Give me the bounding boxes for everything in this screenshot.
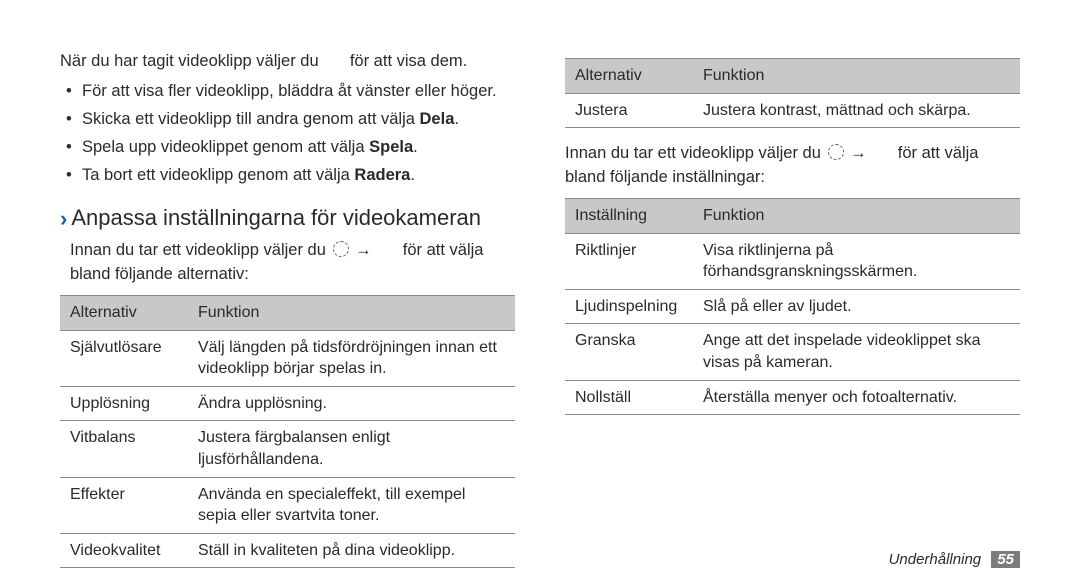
table-row: VideokvalitetStäll in kvaliteten på dina… bbox=[60, 533, 515, 568]
th-funktion: Funktion bbox=[188, 296, 515, 331]
list-text: För att visa fler videoklipp, bläddra åt… bbox=[82, 82, 497, 100]
list-item: För att visa fler videoklipp, bläddra åt… bbox=[66, 80, 515, 104]
bold-text: Dela bbox=[420, 110, 455, 128]
cell-name: Ljudinspelning bbox=[565, 289, 693, 324]
table-row: NollställÅterställa menyer och fotoalter… bbox=[565, 380, 1020, 415]
th-alternativ: Alternativ bbox=[60, 296, 188, 331]
list-text: Skicka ett videoklipp till andra genom a… bbox=[82, 110, 420, 128]
settings-table: Inställning Funktion RiktlinjerVisa rikt… bbox=[565, 198, 1020, 415]
instruction-list: För att visa fler videoklipp, bläddra åt… bbox=[60, 80, 515, 188]
intro-text-a: När du har tagit videoklipp väljer du bbox=[60, 52, 319, 70]
cell-desc: Justera färgbalansen enligt ljusförhålla… bbox=[188, 421, 515, 477]
th-alternativ: Alternativ bbox=[565, 59, 693, 94]
cell-name: Videokvalitet bbox=[60, 533, 188, 568]
right-column: Alternativ Funktion JusteraJustera kontr… bbox=[565, 50, 1020, 556]
list-text: Spela upp videoklippet genom att välja bbox=[82, 138, 369, 156]
heading-text: Anpassa inställningarna för videokameran bbox=[71, 205, 481, 230]
table-row: RiktlinjerVisa riktlinjerna på förhandsg… bbox=[565, 233, 1020, 289]
intro-paragraph: När du har tagit videoklipp väljer du fö… bbox=[60, 50, 515, 74]
cell-name: Justera bbox=[565, 93, 693, 128]
list-item: Spela upp videoklippet genom att välja S… bbox=[66, 136, 515, 160]
th-funktion: Funktion bbox=[693, 199, 1020, 234]
gear-icon bbox=[828, 144, 844, 160]
cell-name: Granska bbox=[565, 324, 693, 380]
table-header-row: Alternativ Funktion bbox=[60, 296, 515, 331]
cell-desc: Ange att det inspelade videoklippet ska … bbox=[693, 324, 1020, 380]
bold-text: Radera bbox=[354, 166, 410, 184]
list-item: Skicka ett videoklipp till andra genom a… bbox=[66, 108, 515, 132]
th-installning: Inställning bbox=[565, 199, 693, 234]
th-funktion: Funktion bbox=[693, 59, 1020, 94]
left-column: När du har tagit videoklipp väljer du fö… bbox=[60, 50, 515, 556]
bold-text: Spela bbox=[369, 138, 413, 156]
cell-desc: Visa riktlinjerna på förhandsgransknings… bbox=[693, 233, 1020, 289]
page-number: 55 bbox=[991, 551, 1020, 568]
cell-name: Självutlösare bbox=[60, 330, 188, 386]
cell-desc: Justera kontrast, mättnad och skärpa. bbox=[693, 93, 1020, 128]
cell-desc: Välj längden på tidsfördröjningen innan … bbox=[188, 330, 515, 386]
cell-desc: Använda en specialeffekt, till exempel s… bbox=[188, 477, 515, 533]
cell-name: Upplösning bbox=[60, 386, 188, 421]
cell-name: Vitbalans bbox=[60, 421, 188, 477]
subheading-paragraph: Innan du tar ett videoklipp väljer du → … bbox=[60, 239, 515, 287]
cell-desc: Ändra upplösning. bbox=[188, 386, 515, 421]
cell-desc: Återställa menyer och fotoalternativ. bbox=[693, 380, 1020, 415]
cell-desc: Ställ in kvaliteten på dina videoklipp. bbox=[188, 533, 515, 568]
page-footer: Underhållning 55 bbox=[889, 551, 1020, 568]
mid-text-a: Innan du tar ett videoklipp väljer du bbox=[565, 144, 821, 162]
table-row: GranskaAnge att det inspelade videoklipp… bbox=[565, 324, 1020, 380]
cell-name: Riktlinjer bbox=[565, 233, 693, 289]
list-text: Ta bort ett videoklipp genom att välja bbox=[82, 166, 354, 184]
section-heading: ›Anpassa inställningarna för videokamera… bbox=[60, 204, 515, 234]
table-row: UpplösningÄndra upplösning. bbox=[60, 386, 515, 421]
intro-text-b: för att visa dem. bbox=[350, 52, 467, 70]
options-table-continued: Alternativ Funktion JusteraJustera kontr… bbox=[565, 58, 1020, 128]
sub-text-a: Innan du tar ett videoklipp väljer du bbox=[70, 241, 326, 259]
table-row: EffekterAnvända en specialeffekt, till e… bbox=[60, 477, 515, 533]
chevron-icon: › bbox=[60, 206, 67, 231]
options-table: Alternativ Funktion SjälvutlösareVälj lä… bbox=[60, 295, 515, 568]
table-header-row: Inställning Funktion bbox=[565, 199, 1020, 234]
cell-name: Effekter bbox=[60, 477, 188, 533]
cell-name: Nollställ bbox=[565, 380, 693, 415]
gear-icon bbox=[333, 241, 349, 257]
table-row: LjudinspelningSlå på eller av ljudet. bbox=[565, 289, 1020, 324]
cell-desc: Slå på eller av ljudet. bbox=[693, 289, 1020, 324]
table-row: SjälvutlösareVälj längden på tidsfördröj… bbox=[60, 330, 515, 386]
table-row: JusteraJustera kontrast, mättnad och skä… bbox=[565, 93, 1020, 128]
table-header-row: Alternativ Funktion bbox=[565, 59, 1020, 94]
table-row: VitbalansJustera färgbalansen enligt lju… bbox=[60, 421, 515, 477]
footer-section: Underhållning bbox=[889, 551, 982, 568]
list-item: Ta bort ett videoklipp genom att välja R… bbox=[66, 164, 515, 188]
mid-paragraph: Innan du tar ett videoklipp väljer du → … bbox=[565, 142, 1020, 190]
